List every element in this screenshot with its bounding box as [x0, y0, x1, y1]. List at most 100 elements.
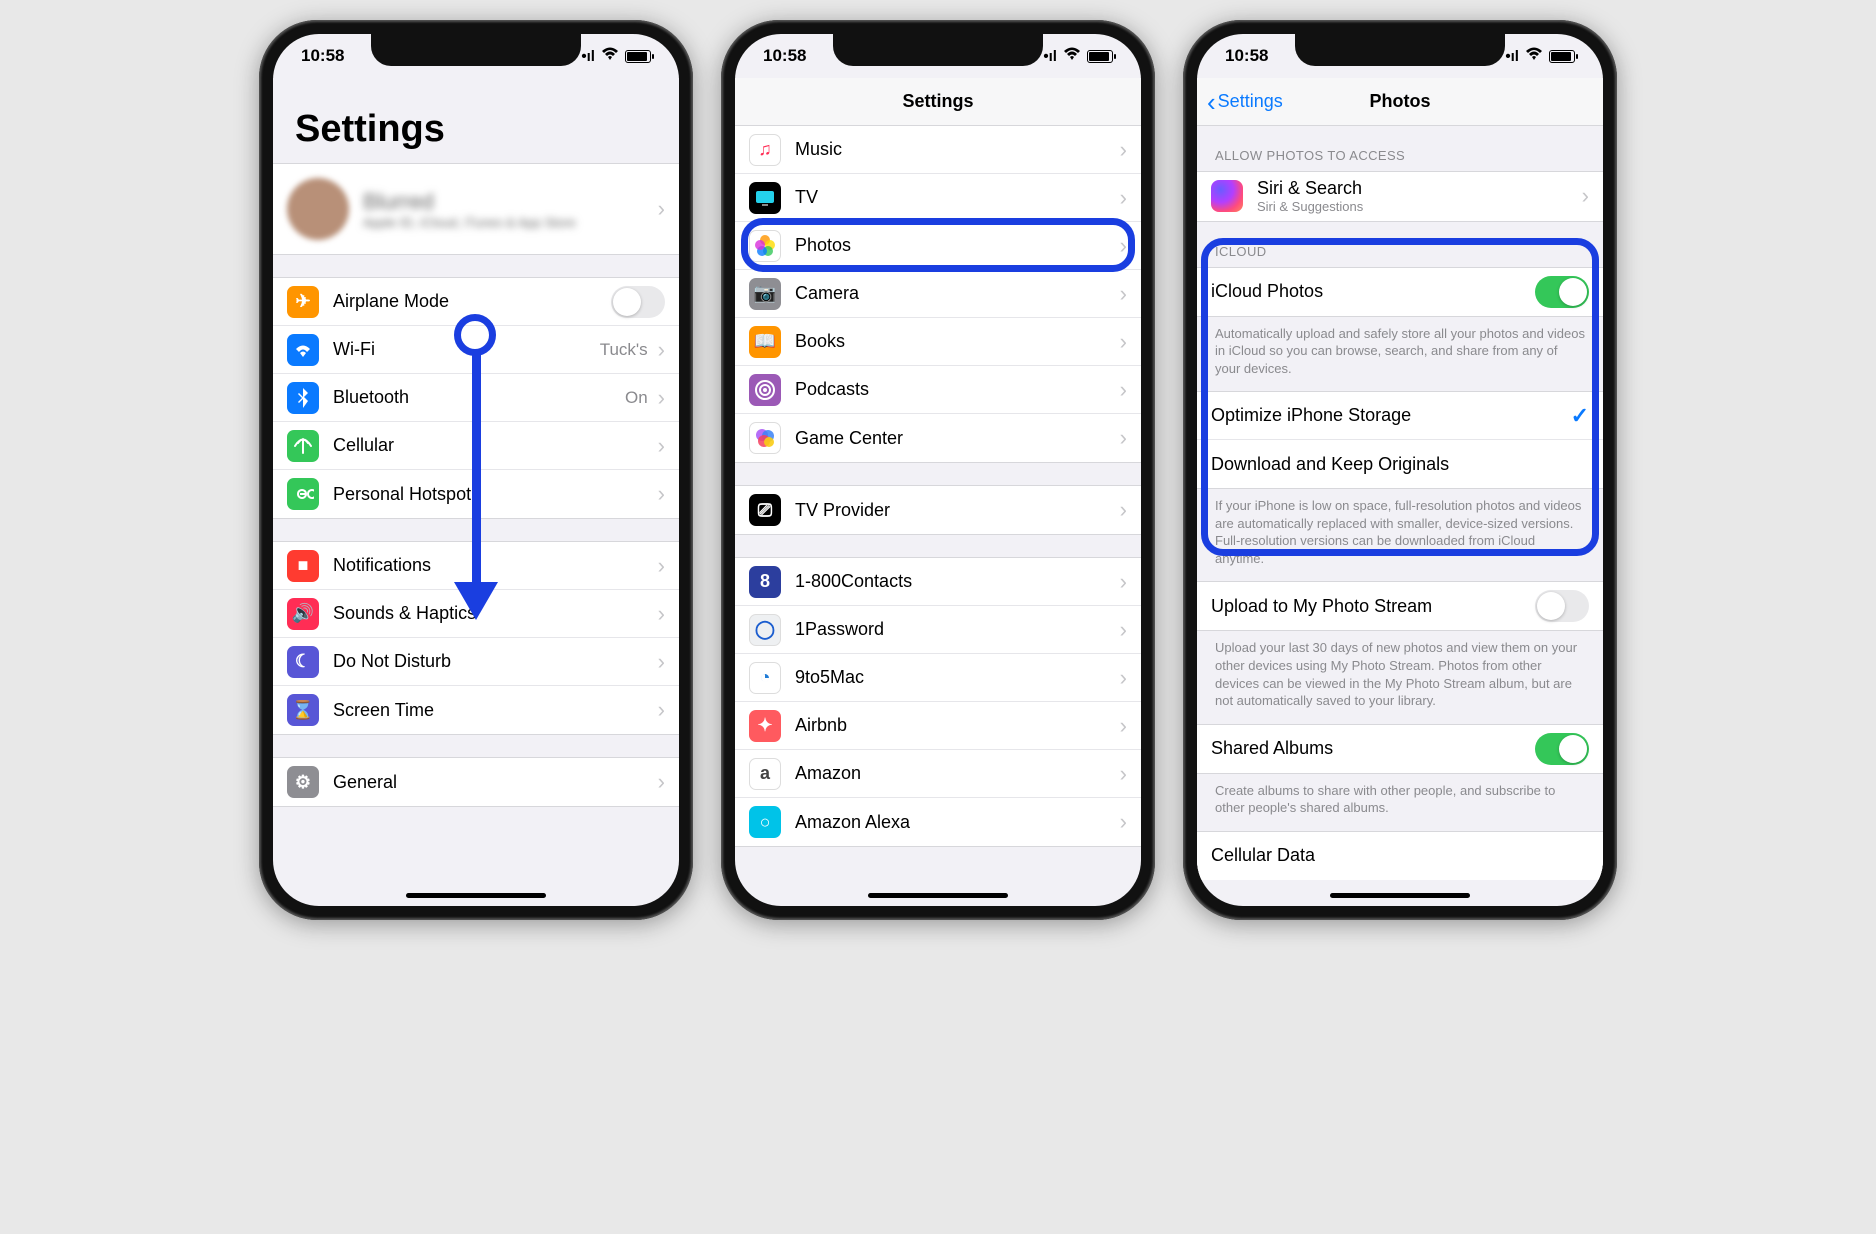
wifi-icon: [1525, 47, 1543, 65]
row-detail: Tuck's: [600, 340, 648, 360]
9to5mac-icon: ◔: [749, 662, 781, 694]
tv-provider-icon: ⎚: [749, 494, 781, 526]
cellular-icon: [287, 430, 319, 462]
siri-icon: [1211, 180, 1243, 212]
row-label: 1Password: [795, 619, 1116, 640]
photo-stream-row[interactable]: Upload to My Photo Stream: [1197, 582, 1603, 630]
row-label: General: [333, 772, 654, 793]
battery-icon: [1087, 50, 1113, 63]
row-label: Do Not Disturb: [333, 651, 654, 672]
row-label: Amazon Alexa: [795, 812, 1116, 833]
row-label: Airbnb: [795, 715, 1116, 736]
nav-title: Settings: [902, 91, 973, 112]
music-icon: ♫: [749, 134, 781, 166]
shared-desc: Create albums to share with other people…: [1197, 774, 1603, 831]
settings-row-books[interactable]: 📖Books›: [735, 318, 1141, 366]
chevron-right-icon: ›: [1120, 499, 1127, 521]
home-indicator[interactable]: [1330, 893, 1470, 898]
battery-icon: [1549, 50, 1575, 63]
phone-frame-1: 10:58↗ •ıl Settings Blurred Apple ID, iC…: [259, 20, 693, 920]
1-800contacts-icon: 8: [749, 566, 781, 598]
chevron-right-icon: ›: [658, 339, 665, 361]
chevron-right-icon: ›: [1120, 379, 1127, 401]
shared-albums-toggle[interactable]: [1535, 733, 1589, 765]
photos-icon: [749, 230, 781, 262]
settings-row-amazon[interactable]: aAmazon›: [735, 750, 1141, 798]
books-icon: 📖: [749, 326, 781, 358]
photo-stream-toggle[interactable]: [1535, 590, 1589, 622]
nav-title: Photos: [1370, 91, 1431, 112]
general-icon: ⚙: [287, 766, 319, 798]
icloud-photos-toggle[interactable]: [1535, 276, 1589, 308]
settings-row-screen-time[interactable]: ⌛Screen Time›: [273, 686, 679, 734]
chevron-right-icon: ›: [1120, 187, 1127, 209]
settings-row-game-center[interactable]: Game Center›: [735, 414, 1141, 462]
icloud-photos-label: iCloud Photos: [1211, 281, 1535, 302]
podcasts-icon: [749, 374, 781, 406]
download-originals-row[interactable]: Download and Keep Originals: [1197, 440, 1603, 488]
profile-name: Blurred: [363, 189, 654, 215]
home-indicator[interactable]: [406, 893, 546, 898]
status-time: 10:58: [1225, 46, 1268, 66]
settings-row-tv[interactable]: TV›: [735, 174, 1141, 222]
notifications-icon: ■: [287, 550, 319, 582]
section-allow-access: ALLOW PHOTOS TO ACCESS: [1197, 126, 1603, 171]
storage-desc: If your iPhone is low on space, full-res…: [1197, 489, 1603, 581]
download-label: Download and Keep Originals: [1211, 454, 1589, 475]
bluetooth-icon: [287, 382, 319, 414]
row-label: Music: [795, 139, 1116, 160]
apple-id-row[interactable]: Blurred Apple ID, iCloud, iTunes & App S…: [273, 163, 679, 255]
notch: [1295, 34, 1505, 66]
signal-icon: •ıl: [1505, 48, 1519, 65]
settings-row-do-not-disturb[interactable]: ☾ Do Not Disturb›: [273, 638, 679, 686]
settings-row-1password[interactable]: ◯1Password›: [735, 606, 1141, 654]
settings-row-general[interactable]: ⚙ General›: [273, 758, 679, 806]
icloud-photos-row[interactable]: iCloud Photos: [1197, 268, 1603, 316]
chevron-left-icon: ‹: [1207, 89, 1216, 115]
home-indicator[interactable]: [868, 893, 1008, 898]
settings-row-tv-provider[interactable]: ⎚TV Provider›: [735, 486, 1141, 534]
battery-icon: [625, 50, 651, 63]
amazon-alexa-icon: ○: [749, 806, 781, 838]
sounds-haptics-icon: 🔊: [287, 598, 319, 630]
settings-row-9to5mac[interactable]: ◔9to5Mac›: [735, 654, 1141, 702]
settings-row-photos[interactable]: Photos›: [735, 222, 1141, 270]
row-label: 9to5Mac: [795, 667, 1116, 688]
1password-icon: ◯: [749, 614, 781, 646]
scroll-down-annotation: [454, 314, 498, 620]
settings-row-1-800contacts[interactable]: 81-800Contacts›: [735, 558, 1141, 606]
chevron-right-icon: ›: [658, 651, 665, 673]
optimize-storage-row[interactable]: Optimize iPhone Storage ✓: [1197, 392, 1603, 440]
status-time: 10:58: [763, 46, 806, 66]
row-label: Podcasts: [795, 379, 1116, 400]
siri-search-row[interactable]: Siri & Search Siri & Suggestions ›: [1197, 172, 1603, 221]
row-label: TV: [795, 187, 1116, 208]
row-label: Screen Time: [333, 700, 654, 721]
chevron-right-icon: ›: [658, 603, 665, 625]
row-detail: On: [625, 388, 648, 408]
settings-row-camera[interactable]: 📷Camera›: [735, 270, 1141, 318]
airplane-mode-icon: ✈︎: [287, 286, 319, 318]
avatar: [287, 178, 349, 240]
status-time: 10:58: [301, 46, 344, 66]
chevron-right-icon: ›: [1120, 715, 1127, 737]
settings-row-airbnb[interactable]: ✦Airbnb›: [735, 702, 1141, 750]
cellular-data-row[interactable]: Cellular Data: [1197, 832, 1603, 880]
chevron-right-icon: ›: [1120, 811, 1127, 833]
notch: [371, 34, 581, 66]
row-toggle[interactable]: [611, 286, 665, 318]
row-label: Camera: [795, 283, 1116, 304]
do-not-disturb-icon: ☾: [287, 646, 319, 678]
camera-icon: 📷: [749, 278, 781, 310]
photo-stream-label: Upload to My Photo Stream: [1211, 596, 1535, 617]
chevron-right-icon: ›: [1120, 427, 1127, 449]
tv-icon: [749, 182, 781, 214]
chevron-right-icon: ›: [658, 771, 665, 793]
row-label: 1-800Contacts: [795, 571, 1116, 592]
settings-row-amazon-alexa[interactable]: ○ Amazon Alexa›: [735, 798, 1141, 846]
settings-row-podcasts[interactable]: Podcasts›: [735, 366, 1141, 414]
wi-fi-icon: [287, 334, 319, 366]
shared-albums-row[interactable]: Shared Albums: [1197, 725, 1603, 773]
settings-row-music[interactable]: ♫Music›: [735, 126, 1141, 174]
back-button[interactable]: ‹ Settings: [1207, 89, 1283, 115]
